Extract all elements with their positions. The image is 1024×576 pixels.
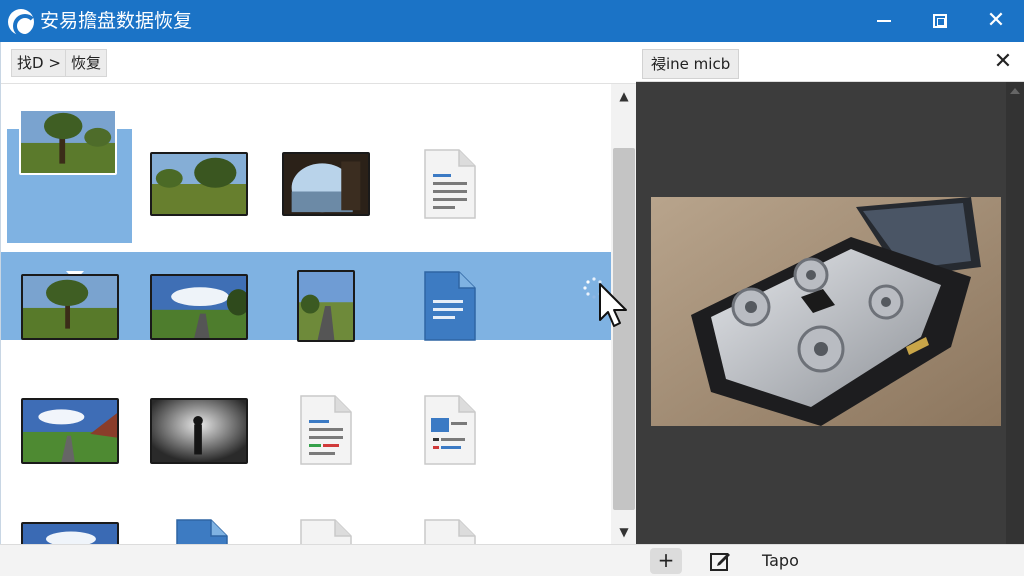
file-thumbnail[interactable] (21, 522, 119, 544)
file-thumbnail[interactable] (21, 274, 119, 340)
status-label: Tapo (762, 551, 799, 570)
close-preview-button[interactable]: ✕ (988, 47, 1018, 77)
document-icon[interactable] (421, 394, 477, 466)
file-browser-panel: 找D > 恢复 ▲ ▼ (0, 42, 637, 544)
breadcrumb-item-recover[interactable]: 恢复 (65, 49, 108, 77)
close-window-button[interactable]: ✕ (970, 0, 1022, 42)
minimize-icon (877, 20, 891, 22)
file-thumbnail[interactable] (150, 398, 248, 464)
add-button[interactable]: + (650, 548, 682, 574)
scroll-up-icon[interactable]: ▲ (611, 84, 637, 108)
document-icon[interactable] (297, 518, 353, 544)
document-icon[interactable] (173, 518, 229, 544)
minimize-button[interactable] (858, 0, 910, 42)
file-thumbnail[interactable] (21, 398, 119, 464)
window-title: 安易擔盘数据恢复 (40, 10, 193, 32)
document-icon[interactable] (297, 394, 353, 466)
breadcrumb-item-drive[interactable]: 找D > (11, 49, 67, 77)
document-icon[interactable] (421, 518, 477, 544)
file-thumbnail[interactable] (150, 274, 248, 340)
file-grid (1, 84, 611, 544)
close-icon: ✕ (986, 8, 1006, 33)
close-icon: ✕ (993, 49, 1013, 74)
preview-tab-bar: 祲ine micb ✕ (636, 42, 1024, 82)
file-thumbnail[interactable] (282, 152, 370, 216)
edit-icon (710, 553, 730, 571)
document-icon[interactable] (421, 148, 477, 220)
maximize-icon (933, 14, 947, 28)
scroll-up-icon[interactable] (1010, 88, 1020, 94)
maximize-button[interactable] (914, 0, 966, 42)
app-logo-icon (8, 9, 37, 38)
scroll-down-icon[interactable]: ▼ (611, 520, 637, 544)
tab-preview[interactable]: 祲ine micb (642, 49, 740, 79)
document-icon[interactable] (421, 270, 477, 342)
preview-panel: 祲ine micb ✕ (636, 42, 1024, 544)
preview-scrollbar[interactable] (1006, 82, 1024, 544)
file-thumbnail[interactable] (297, 270, 355, 342)
bottom-toolbar: + Tapo (0, 544, 1024, 576)
mouse-cursor-icon (599, 283, 627, 327)
hard-drive-photo (651, 197, 1001, 426)
file-thumbnail[interactable] (19, 109, 117, 175)
edit-button[interactable] (706, 548, 734, 574)
breadcrumb: 找D > 恢复 (1, 42, 637, 84)
title-bar: 安易擔盘数据恢复 ✕ (0, 0, 1024, 42)
file-thumbnail[interactable] (150, 152, 248, 216)
